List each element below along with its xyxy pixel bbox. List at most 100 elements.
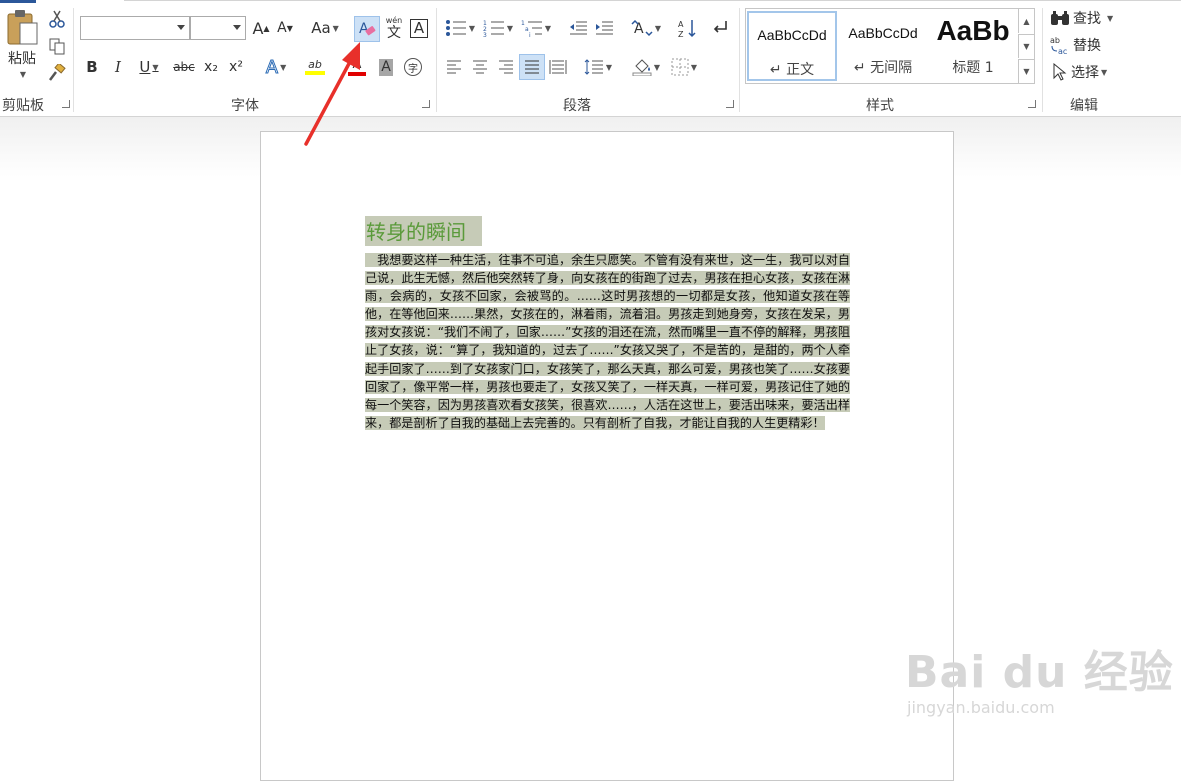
multilevel-list-icon: 1ai	[521, 20, 542, 37]
chevron-down-icon: ▼	[605, 62, 613, 72]
text-effects-button[interactable]: A ▼	[258, 55, 294, 79]
gallery-scroll-up[interactable]: ▲	[1018, 9, 1034, 33]
style-heading-1[interactable]: AaBb 标题 1	[928, 11, 1018, 81]
multilevel-list-button[interactable]: 1 a i ▼	[518, 16, 554, 40]
style-name: ↵ 正文	[769, 62, 815, 78]
text-effects-icon: A	[265, 56, 279, 78]
svg-text:ab: ab	[1050, 36, 1060, 45]
style-preview: AaBbCcDd	[848, 25, 918, 41]
svg-text:i: i	[529, 32, 531, 37]
cut-button[interactable]	[46, 8, 68, 30]
paragraph-dialog-launcher[interactable]	[726, 100, 734, 108]
cursor-arrow-icon	[1053, 63, 1067, 81]
decrease-indent-button[interactable]	[566, 16, 590, 40]
gallery-scroll-down[interactable]: ▼	[1018, 34, 1034, 58]
svg-text:3: 3	[483, 32, 487, 37]
increase-indent-icon	[596, 21, 613, 35]
justify-button[interactable]	[519, 54, 545, 80]
active-tab-indicator	[0, 0, 36, 3]
align-right-icon	[499, 60, 513, 74]
select-label: 选择	[1071, 65, 1099, 81]
chevron-down-icon: ▼	[280, 62, 287, 72]
document-body[interactable]: 我想要这样一种生活，往事不可追，余生只愿笑。不管有没有来世，这一生，我可以对自己…	[365, 251, 850, 432]
font-name-combo[interactable]	[80, 16, 190, 40]
document-title[interactable]: 转身的瞬间	[365, 216, 482, 246]
align-center-button[interactable]	[469, 56, 491, 78]
shading-button[interactable]: ▼	[628, 55, 664, 79]
svg-text:A: A	[359, 21, 369, 37]
clear-formatting-button[interactable]: A	[354, 16, 380, 42]
select-button[interactable]: 选择 ▼	[1050, 61, 1122, 83]
chevron-down-icon: ▼	[690, 62, 698, 72]
replace-icon: ab ac	[1050, 36, 1067, 55]
align-right-button[interactable]	[495, 56, 517, 78]
replace-label: 替换	[1073, 38, 1101, 54]
subscript-button[interactable]: x₂	[200, 56, 222, 78]
group-separator	[436, 8, 437, 112]
document-body-text[interactable]: 我想要这样一种生活，往事不可追，余生只愿笑。不管有没有来世，这一生，我可以对自己…	[365, 253, 850, 430]
replace-button[interactable]: ab ac 替换	[1050, 34, 1122, 56]
character-shading-icon: A	[379, 58, 393, 76]
change-case-icon: Aa	[311, 19, 331, 37]
underline-button[interactable]: U ▼	[134, 56, 164, 78]
italic-button[interactable]: I	[108, 56, 128, 78]
distributed-button[interactable]	[547, 56, 569, 78]
align-left-button[interactable]	[443, 56, 465, 78]
chevron-down-icon	[233, 25, 241, 30]
superscript-button[interactable]: x²	[225, 56, 247, 78]
paragraph-group-label: 段落	[563, 98, 591, 114]
font-group-label: 字体	[231, 98, 259, 114]
increase-indent-button[interactable]	[592, 16, 616, 40]
underline-icon: U	[139, 58, 151, 76]
show-marks-button[interactable]	[708, 16, 732, 40]
chevron-down-icon: ▼	[332, 23, 339, 33]
style-no-spacing[interactable]: AaBbCcDd ↵ 无间隔	[838, 11, 928, 81]
font-dialog-launcher[interactable]	[422, 100, 430, 108]
group-separator	[739, 8, 740, 112]
enclose-characters-button[interactable]: 字	[402, 56, 424, 78]
ribbon-top-border	[124, 0, 1181, 1]
subscript-icon: x₂	[204, 59, 218, 75]
chevron-down-icon	[177, 25, 185, 30]
copy-icon	[49, 38, 65, 55]
scissors-icon	[49, 10, 65, 28]
clipboard-dialog-launcher[interactable]	[62, 100, 70, 108]
paragraph-mark-icon	[713, 21, 727, 33]
annotation-arrow-icon	[304, 42, 360, 146]
bullets-button[interactable]: ▼	[442, 16, 478, 40]
numbering-button[interactable]: 1 2 3 ▼	[480, 16, 516, 40]
sort-button[interactable]: AZ	[676, 16, 700, 40]
style-normal[interactable]: AaBbCcDd ↵ 正文	[747, 11, 837, 81]
find-label: 查找	[1073, 11, 1101, 27]
font-size-combo[interactable]	[190, 16, 246, 40]
sort-az-icon: AZ	[678, 20, 696, 38]
grow-font-button[interactable]: A ▲	[250, 16, 272, 40]
phonetic-guide-button[interactable]: wén 文	[382, 14, 406, 42]
bold-button[interactable]: B	[82, 56, 102, 78]
change-case-button[interactable]: Aa ▼	[306, 16, 344, 40]
gallery-more[interactable]: ▼	[1018, 59, 1034, 83]
paint-bucket-icon	[632, 59, 652, 76]
align-left-icon	[447, 60, 461, 74]
clipboard-group-label: 剪贴板	[2, 98, 44, 114]
ribbon: 粘贴 ▼ 剪贴板 A ▲ A ▼ Aa ▼ A wén 文 A B I U ▼ …	[0, 0, 1181, 117]
justify-icon	[525, 60, 539, 74]
svg-text:ac: ac	[1058, 47, 1067, 55]
styles-dialog-launcher[interactable]	[1028, 100, 1036, 108]
shrink-font-button[interactable]: A ▼	[274, 16, 296, 40]
chinese-layout-button[interactable]: A ▼	[628, 16, 664, 40]
borders-button[interactable]: ▼	[666, 55, 702, 79]
style-preview: AaBb	[936, 15, 1010, 46]
strikethrough-button[interactable]: abc	[170, 56, 198, 78]
line-spacing-button[interactable]: ▼	[580, 55, 616, 79]
copy-button[interactable]	[46, 35, 68, 57]
shrink-font-icon: A	[277, 20, 287, 36]
group-separator	[1042, 8, 1043, 112]
character-border-button[interactable]: A	[408, 16, 430, 40]
paste-button[interactable]: 粘贴 ▼	[2, 8, 42, 86]
format-painter-button[interactable]	[46, 62, 68, 84]
chevron-down-icon: ▼	[506, 23, 514, 33]
watermark: Bai du 经验 jingyan.baidu.com	[905, 648, 1174, 718]
paste-label: 粘贴	[8, 51, 36, 67]
find-button[interactable]: 查找 ▼	[1050, 7, 1122, 29]
